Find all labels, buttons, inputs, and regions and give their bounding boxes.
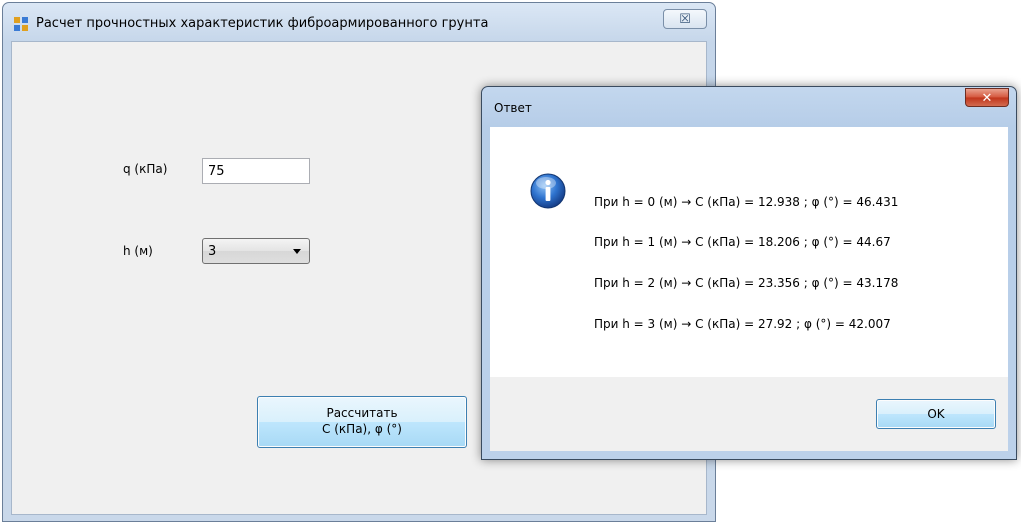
message-close-button[interactable]: ✕ <box>965 88 1009 107</box>
result-line-h2: При h = 2 (м) → С (кПа) = 23.356 ; φ (°)… <box>594 276 899 290</box>
h-label: h (м) <box>123 244 153 258</box>
chevron-down-icon[interactable] <box>293 249 301 254</box>
close-icon: ✕ <box>981 90 993 105</box>
message-box-title: Ответ <box>494 101 532 115</box>
calculate-button[interactable]: Рассчитать С (кПа), φ (°) <box>257 396 467 448</box>
app-icon <box>14 17 28 31</box>
main-window-title: Расчет прочностных характеристик фиброар… <box>36 16 489 31</box>
result-line-h3: При h = 3 (м) → С (кПа) = 27.92 ; φ (°) … <box>594 317 891 331</box>
h-select-value: 3 <box>208 244 217 259</box>
message-box: Ответ ✕ При h = 0 (м) → С (кПа) = 12.938… <box>481 86 1017 460</box>
h-select[interactable]: 3 <box>202 238 310 264</box>
calculate-button-line2: С (кПа), φ (°) <box>322 422 402 436</box>
message-content: При h = 0 (м) → С (кПа) = 12.938 ; φ (°)… <box>490 127 1008 377</box>
q-input[interactable] <box>202 158 310 184</box>
result-line-h1: При h = 1 (м) → С (кПа) = 18.206 ; φ (°)… <box>594 235 891 249</box>
main-close-button[interactable]: ☒ <box>663 9 707 29</box>
result-line-h0: При h = 0 (м) → С (кПа) = 12.938 ; φ (°)… <box>594 195 899 209</box>
q-label: q (кПа) <box>123 162 168 176</box>
close-icon: ☒ <box>679 11 691 26</box>
info-icon <box>530 173 566 209</box>
calculate-button-line1: Рассчитать <box>326 406 398 420</box>
ok-button[interactable]: OK <box>876 399 996 429</box>
message-footer: OK <box>490 377 1008 451</box>
